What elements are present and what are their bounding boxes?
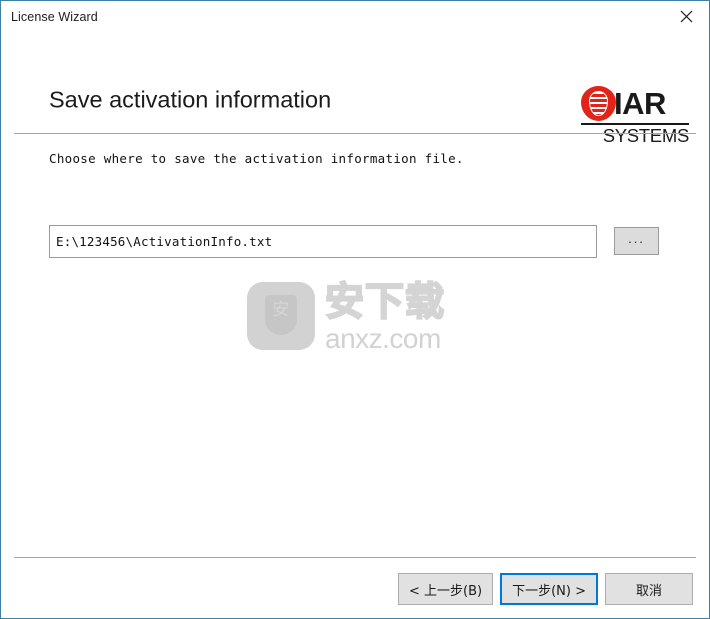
logo-subtitle: SYSTEMS — [602, 125, 690, 146]
footer-button-bar: < 上一步(B) 下一步(N) > 取消 — [1, 573, 709, 605]
browse-button[interactable]: ... — [614, 227, 659, 255]
cancel-button[interactable]: 取消 — [605, 573, 693, 605]
watermark: 安 安下载 anxz.com — [247, 280, 465, 362]
license-wizard-window: License Wizard Save activation informati… — [0, 0, 710, 619]
iar-circle-emblem-icon — [581, 85, 616, 121]
next-button[interactable]: 下一步(N) > — [500, 573, 598, 605]
watermark-badge-icon: 安 — [247, 282, 315, 350]
logo-wordmark: IAR — [614, 85, 666, 121]
window-title: License Wizard — [11, 9, 98, 24]
header-separator — [14, 133, 696, 134]
back-button[interactable]: < 上一步(B) — [398, 573, 494, 605]
watermark-chinese-text: 安下载 — [324, 280, 446, 325]
watermark-url: anxz.com — [325, 323, 441, 354]
save-path-input[interactable] — [49, 225, 597, 258]
instruction-text: Choose where to save the activation info… — [49, 151, 464, 166]
footer-separator — [14, 557, 696, 558]
header-area: Save activation information IAR SYSTEMS — [1, 32, 709, 146]
path-row: ... — [49, 225, 659, 258]
logo-top-row: IAR — [581, 84, 689, 122]
iar-systems-logo: IAR SYSTEMS — [581, 84, 689, 146]
page-title: Save activation information — [49, 86, 332, 113]
close-icon[interactable] — [664, 1, 709, 31]
watermark-badge-glyph: 安 — [272, 300, 290, 320]
watermark-text-group: 安下载 anxz.com — [324, 280, 446, 354]
shield-icon: 安 — [265, 295, 297, 335]
title-bar: License Wizard — [1, 0, 709, 32]
